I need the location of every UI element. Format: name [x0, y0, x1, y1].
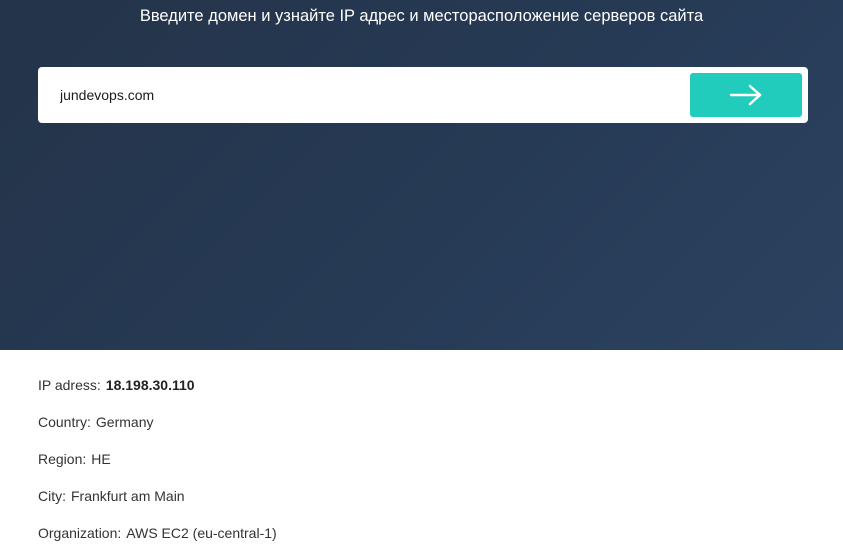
- result-region: Region: HE: [38, 444, 798, 481]
- ip-label: IP adress:: [38, 377, 101, 393]
- city-value: Frankfurt am Main: [71, 488, 185, 504]
- result-city: City: Frankfurt am Main: [38, 481, 798, 518]
- hero-section: Введите домен и узнайте IP адрес и место…: [0, 0, 843, 350]
- arrow-right-icon: [729, 84, 763, 106]
- organization-label: Organization:: [38, 525, 122, 541]
- submit-button[interactable]: [690, 73, 802, 117]
- search-form: [38, 67, 808, 123]
- region-value: HE: [91, 451, 111, 467]
- hero-title: Введите домен и узнайте IP адрес и место…: [139, 7, 704, 25]
- result-ip: IP adress: 18.198.30.110: [38, 370, 798, 407]
- country-value: Germany: [95, 414, 154, 430]
- result-organization: Organization: AWS EC2 (eu-central-1): [38, 518, 798, 555]
- region-label: Region:: [38, 451, 87, 467]
- results-list: IP adress: 18.198.30.110 Country: Germany …: [38, 370, 798, 555]
- organization-value: AWS EC2 (eu-central-1): [126, 525, 277, 541]
- domain-input[interactable]: [60, 81, 680, 109]
- country-label: Country:: [38, 414, 91, 430]
- ip-value: 18.198.30.110: [105, 377, 195, 393]
- city-label: City:: [38, 488, 66, 504]
- result-country: Country: Germany: [38, 407, 798, 444]
